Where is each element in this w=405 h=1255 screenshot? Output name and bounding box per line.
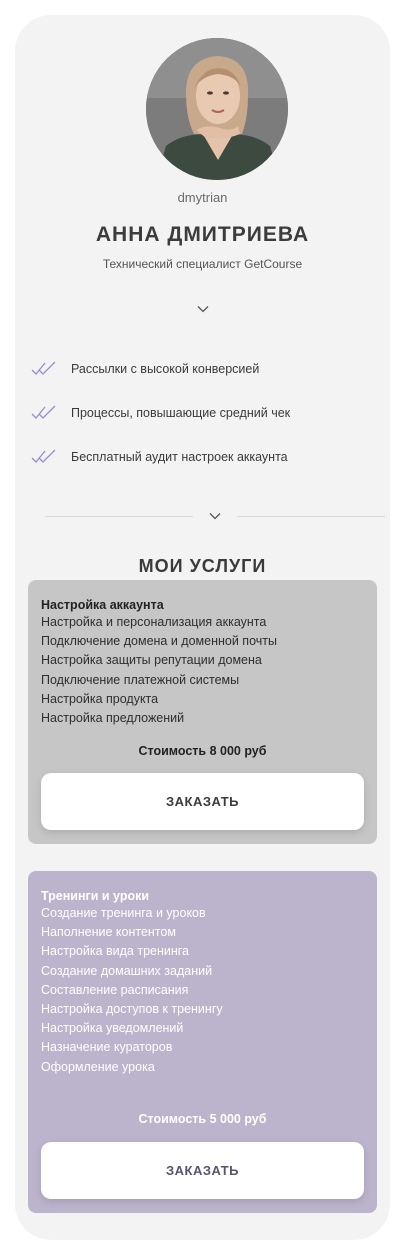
list-item: Настройка и персонализация аккаунта bbox=[41, 615, 267, 629]
order-button[interactable]: ЗАКАЗАТЬ bbox=[41, 1142, 364, 1199]
list-item: Настройка продукта bbox=[41, 691, 159, 706]
profile-role: Технический специалист GetCourse bbox=[102, 257, 303, 271]
list-item: Настройка предложений bbox=[41, 711, 185, 726]
services-title: МОИ УСЛУГИ bbox=[138, 556, 267, 576]
list-item: Наполнение контентом bbox=[41, 925, 176, 940]
list-item: Назначение кураторов bbox=[41, 1040, 173, 1055]
list-item: Оформление урока bbox=[41, 1059, 155, 1074]
list-item: Настройка уведомлений bbox=[41, 1021, 184, 1036]
feature-item: Процессы, повышающие средний чек bbox=[31, 402, 376, 424]
list-item: Создание тренинга и уроков bbox=[41, 906, 206, 920]
divider-line bbox=[45, 516, 193, 517]
section-divider bbox=[45, 512, 385, 520]
service-items: Настройка и персонализация аккаунта Подк… bbox=[41, 613, 363, 728]
feature-label: Процессы, повышающие средний чек bbox=[71, 406, 291, 420]
service-title: Тренинги и уроки bbox=[41, 889, 150, 903]
feature-label: Бесплатный аудит настроек аккаунта bbox=[71, 450, 288, 464]
double-check-icon bbox=[31, 405, 56, 419]
chevron-down-icon[interactable] bbox=[197, 303, 209, 315]
features-list: Рассылки с высокой конверсией Процессы, … bbox=[31, 358, 376, 490]
divider-line bbox=[237, 516, 385, 517]
service-items: Создание тренинга и уроков Наполнение ко… bbox=[41, 904, 363, 1077]
service-card-trainings: Тренинги и уроки Создание тренинга и уро… bbox=[28, 871, 377, 1213]
feature-label: Рассылки с высокой конверсией bbox=[71, 362, 260, 376]
feature-item: Бесплатный аудит настроек аккаунта bbox=[31, 446, 376, 468]
list-item: Подключение домена и доменной почты bbox=[41, 634, 277, 649]
username: dmytrian bbox=[177, 190, 228, 205]
list-item: Настройка доступов к тренингу bbox=[41, 1002, 223, 1017]
service-price: Стоимость 8 000 руб bbox=[138, 744, 267, 758]
list-item: Создание домашних заданий bbox=[41, 963, 213, 978]
profile-name: АННА ДМИТРИЕВА bbox=[95, 223, 310, 246]
list-item: Настройка защиты репутации домена bbox=[41, 653, 262, 668]
service-title: Настройка аккаунта bbox=[41, 598, 164, 612]
avatar-image bbox=[146, 38, 288, 180]
list-item: Подключение платежной системы bbox=[41, 672, 240, 687]
list-item: Настройка вида тренинга bbox=[41, 944, 190, 959]
chevron-down-icon[interactable] bbox=[209, 510, 221, 522]
avatar bbox=[146, 38, 288, 180]
double-check-icon bbox=[31, 449, 56, 463]
feature-item: Рассылки с высокой конверсией bbox=[31, 358, 376, 380]
double-check-icon bbox=[31, 361, 56, 375]
order-button[interactable]: ЗАКАЗАТЬ bbox=[41, 773, 364, 830]
service-price: Стоимость 5 000 руб bbox=[138, 1112, 267, 1126]
list-item: Составление расписания bbox=[41, 982, 189, 997]
service-card-account: Настройка аккаунта Настройка и персонали… bbox=[28, 580, 377, 844]
